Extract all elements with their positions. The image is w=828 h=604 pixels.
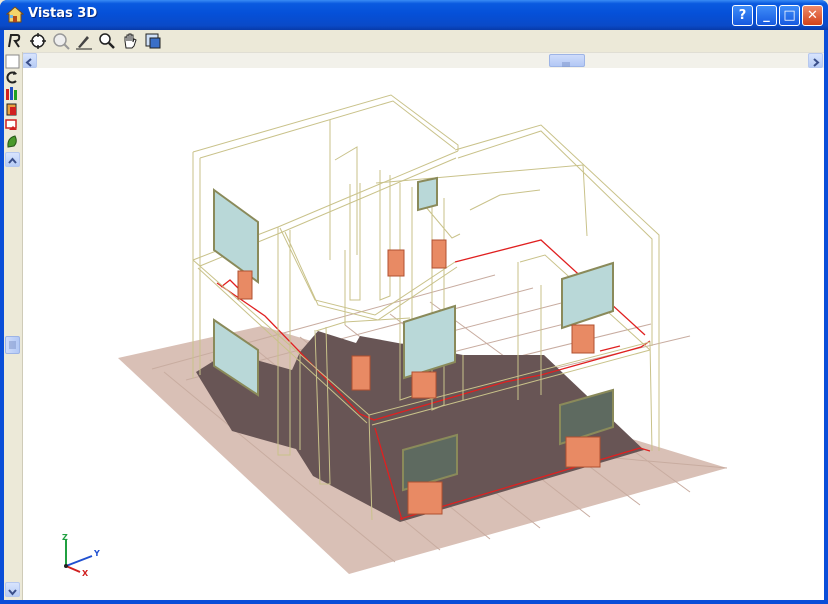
title-bar[interactable]: Vistas 3D ? _ □ ✕ <box>0 0 828 30</box>
render-icon[interactable] <box>6 32 24 50</box>
zoom-realtime-icon[interactable] <box>98 32 116 50</box>
scroll-left-button[interactable] <box>22 53 37 68</box>
axis-y-label: Y <box>93 549 100 558</box>
select-icon[interactable] <box>5 54 20 69</box>
maximize-button[interactable]: □ <box>779 5 800 26</box>
toolbar <box>4 30 824 53</box>
help-button[interactable]: ? <box>732 5 753 26</box>
window-title: Vistas 3D <box>28 6 98 21</box>
arrow-up-icon <box>8 157 17 164</box>
vertical-scroll-thumb[interactable] <box>5 336 20 354</box>
zoom-extents-icon[interactable] <box>29 32 47 50</box>
close-button[interactable]: ✕ <box>802 5 823 26</box>
view-settings-icon[interactable] <box>144 32 162 50</box>
minimize-button[interactable]: _ <box>756 5 777 26</box>
axis-triad: Z Y X <box>62 533 100 578</box>
elevation-icon[interactable] <box>5 102 20 117</box>
left-toolbar <box>4 52 23 600</box>
client-area: Z Y X <box>4 30 824 600</box>
building-3d-model[interactable]: Z Y X <box>23 68 824 600</box>
layers-icon[interactable] <box>5 86 20 101</box>
zoom-window-icon[interactable] <box>75 32 93 50</box>
app-window: Vistas 3D ? _ □ ✕ Z Y X <box>0 0 828 604</box>
scroll-down-button[interactable] <box>5 582 20 597</box>
scroll-right-button[interactable] <box>808 53 823 68</box>
pan-icon[interactable] <box>121 32 139 50</box>
horizontal-scrollbar[interactable] <box>22 52 824 69</box>
horizontal-scroll-thumb[interactable] <box>549 54 585 67</box>
scroll-up-button[interactable] <box>5 152 20 167</box>
zoom-previous-icon[interactable] <box>52 32 70 50</box>
rotate-icon[interactable] <box>5 70 20 85</box>
axis-z-label: Z <box>62 533 68 542</box>
color-icon[interactable] <box>5 134 20 149</box>
3d-viewport[interactable]: Z Y X <box>23 68 824 600</box>
axis-x-label: X <box>82 569 89 578</box>
app-house-icon <box>6 6 24 23</box>
hide-icon[interactable] <box>5 118 20 133</box>
arrow-down-icon <box>8 589 17 596</box>
grip-icon <box>9 341 16 349</box>
